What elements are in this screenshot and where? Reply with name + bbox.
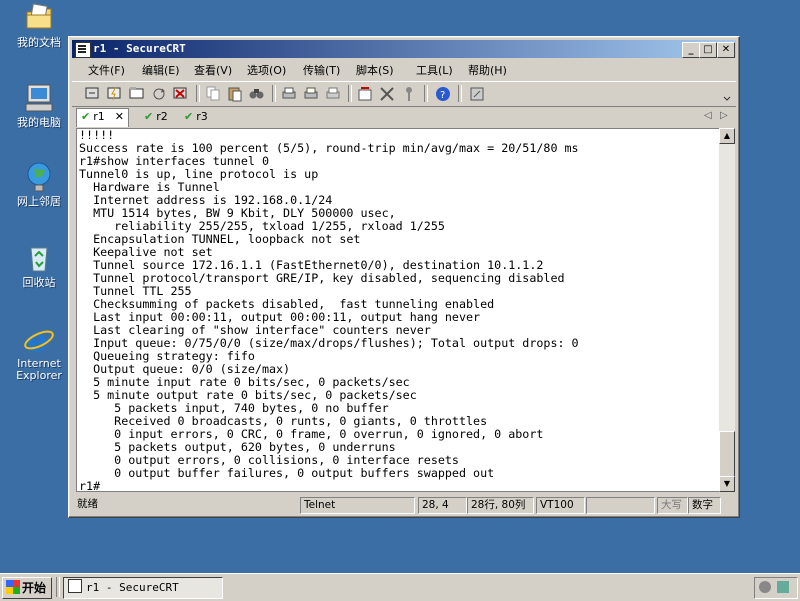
copy-icon[interactable] [204,85,222,102]
menu-transfer[interactable]: 传输(T) [303,62,340,78]
desktop-icon-internet-explorer[interactable]: e Internet Explorer [8,321,70,382]
desktop-icon-label: 网上邻居 [17,195,61,208]
toolbar: ? [72,81,736,107]
terminal-text: !!!!! Success rate is 100 percent (5/5),… [79,128,579,492]
status-blank [586,497,655,514]
connected-check-icon: ✔ [81,110,91,123]
tab-r3[interactable]: ✔ r3 [180,109,212,125]
volume-icon[interactable] [759,581,771,593]
menu-edit[interactable]: 编辑(E) [142,62,180,78]
my-computer-icon [23,82,55,114]
window-title: r1 - SecureCRT [93,42,186,55]
status-caps: 大写 [657,497,688,514]
securecrt-window: r1 - SecureCRT _ □ ✕ 文件(F) 编辑(E) 查看(V) 选… [68,36,740,518]
taskbar-separator [56,577,60,597]
my-documents-icon [23,2,55,34]
scroll-down-icon[interactable]: ▼ [719,476,735,492]
start-button[interactable]: 开始 [2,577,52,599]
help-icon[interactable]: ? [434,85,452,102]
menu-help[interactable]: 帮助(H) [468,62,507,78]
close-button[interactable]: ✕ [717,42,735,58]
toolbar-separator [196,85,200,102]
menubar: 文件(F) 编辑(E) 查看(V) 选项(O) 传输(T) 脚本(S) 工具(L… [72,59,736,79]
terminal-output[interactable]: !!!!! Success rate is 100 percent (5/5),… [76,128,724,492]
desktop-icon-recycle-bin[interactable]: 回收站 [8,242,70,289]
minimize-button[interactable]: _ [682,42,700,58]
connect-in-tab-icon[interactable] [128,85,146,102]
maximize-button[interactable]: □ [699,42,717,58]
print-selection-icon[interactable] [302,85,320,102]
menu-file[interactable]: 文件(F) [88,62,125,78]
status-size: 28行, 80列 [467,497,534,514]
tab-label: r2 [156,110,168,123]
start-label: 开始 [22,581,47,595]
windows-logo-icon [6,580,20,594]
session-options-icon[interactable] [356,85,374,102]
taskbar-task-label: r1 - SecureCRT [86,581,179,594]
toolbar-separator [272,85,276,102]
network-icon[interactable] [777,581,789,593]
session-tabs: ✔ r1 ✕ ✔ r2 ✔ r3 ◁ ▷ [72,107,736,127]
paste-icon[interactable] [226,85,244,102]
keymap-icon[interactable] [400,85,418,102]
status-emulation: VT100 [536,497,585,514]
status-protocol: Telnet [300,497,415,514]
menu-options[interactable]: 选项(O) [247,62,286,78]
toolbar-overflow-icon[interactable] [722,85,732,102]
ie-icon: e [23,321,55,359]
desktop-icon-label: 我的文档 [17,36,61,49]
menu-tools[interactable]: 工具(L) [416,62,453,78]
desktop-icon-my-documents[interactable]: 我的文档 [8,2,70,49]
disconnect-icon[interactable] [172,85,190,102]
recycle-bin-icon [23,242,55,274]
tab-label: r3 [196,110,208,123]
menu-view[interactable]: 查看(V) [194,62,232,78]
tab-r2[interactable]: ✔ r2 [140,109,172,125]
status-cursor: 28, 4 [418,497,467,514]
tab-scroll-right-icon[interactable]: ▷ [720,110,728,121]
app-icon [75,42,91,58]
print-icon[interactable] [280,85,298,102]
taskbar-securecrt-button[interactable]: r1 - SecureCRT [63,577,223,599]
taskbar: 开始 r1 - SecureCRT [0,573,800,601]
desktop-icon-network-places[interactable]: 网上邻居 [8,161,70,208]
menu-script[interactable]: 脚本(S) [356,62,394,78]
connected-check-icon: ✔ [184,110,194,123]
connected-check-icon: ✔ [144,110,154,123]
desktop-icon-label: Internet Explorer [16,357,62,382]
toolbar-separator [348,85,352,102]
quick-connect-icon[interactable] [106,85,124,102]
toolbar-separator [458,85,462,102]
app-icon [68,579,82,593]
global-options-icon[interactable] [378,85,396,102]
find-icon[interactable] [248,85,266,102]
reconnect-icon[interactable] [150,85,168,102]
scroll-up-icon[interactable]: ▲ [719,128,735,144]
tab-r1[interactable]: ✔ r1 ✕ [76,108,129,127]
terminal-scrollbar[interactable]: ▲ ▼ [719,128,735,492]
close-tab-icon[interactable]: ✕ [115,110,124,123]
network-places-icon [23,161,55,193]
tab-scroll-left-icon[interactable]: ◁ [704,110,712,121]
status-ready: 就绪 [77,498,98,510]
statusbar: 就绪 Telnet 28, 4 28行, 80列 VT100 大写 数字 [72,496,736,514]
toolbar-separator [424,85,428,102]
desktop-icon-label: 回收站 [22,276,56,289]
scroll-thumb[interactable] [719,431,735,477]
desktop-icon-my-computer[interactable]: 我的电脑 [8,82,70,129]
tab-label: r1 [93,110,105,123]
connect-icon[interactable] [84,85,102,102]
svg-text:?: ? [440,90,445,101]
desktop-icon-label: 我的电脑 [17,116,61,129]
window-titlebar[interactable]: r1 - SecureCRT _ □ ✕ [72,40,736,58]
system-tray [754,577,798,599]
sftp-icon[interactable] [468,85,486,102]
status-num: 数字 [688,497,721,514]
print-setup-icon[interactable] [324,85,342,102]
